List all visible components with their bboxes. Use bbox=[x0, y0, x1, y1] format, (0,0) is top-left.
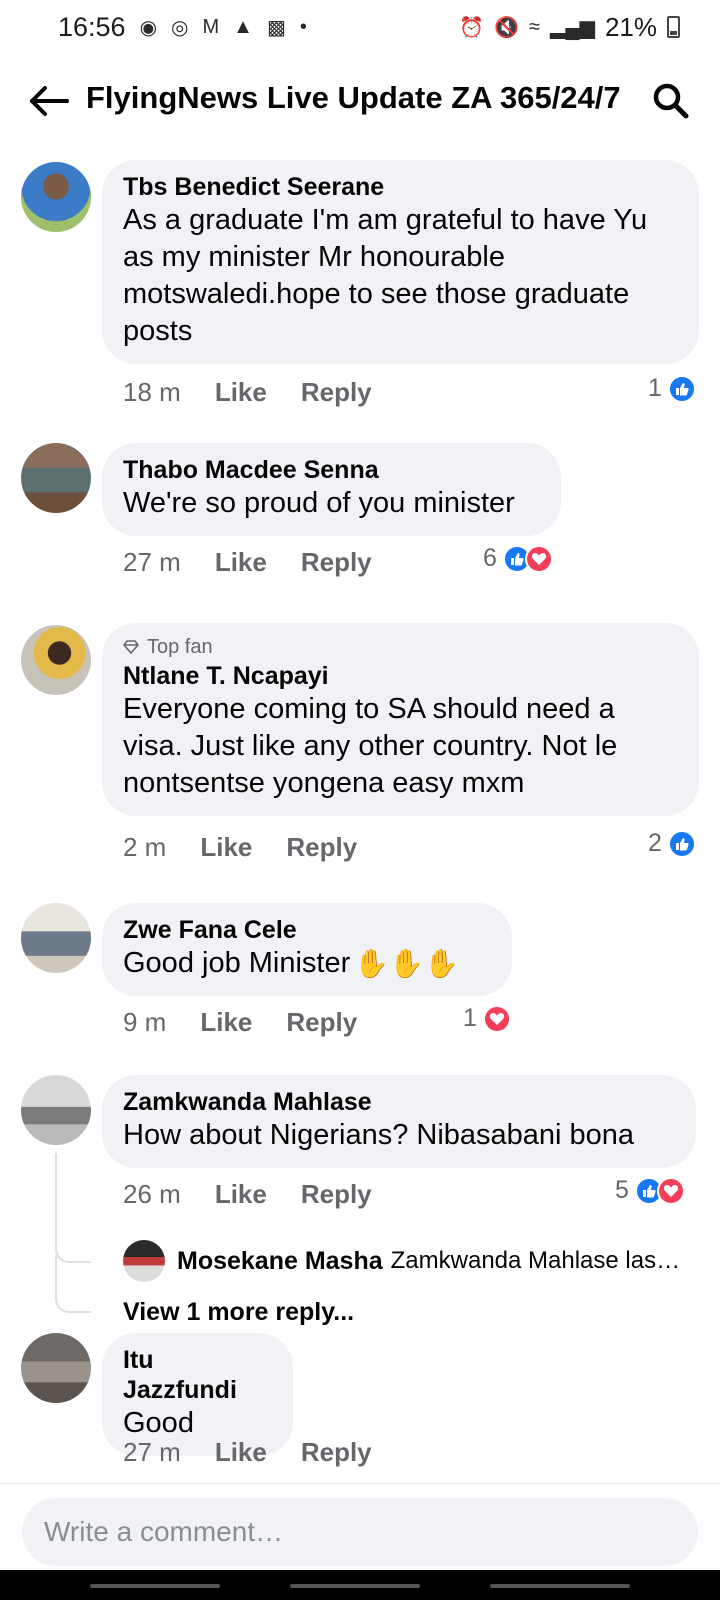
messenger-icon: ◎ bbox=[171, 16, 189, 39]
reply-button[interactable]: Reply bbox=[301, 1437, 372, 1468]
comment-input[interactable]: Write a comment… bbox=[22, 1498, 698, 1566]
top-fan-label: Top fan bbox=[147, 636, 213, 658]
download-icon: ▩ bbox=[266, 16, 286, 39]
status-time: 16:56 bbox=[58, 11, 126, 42]
comment-author[interactable]: Zwe Fana Cele bbox=[123, 915, 492, 945]
comment-time[interactable]: 27 m bbox=[123, 1437, 181, 1468]
notification-icon: ◉ bbox=[139, 16, 158, 39]
comment-actions: 27 m Like Reply bbox=[123, 1437, 372, 1468]
clapping-hands-emoji: ✋✋✋ bbox=[354, 948, 459, 979]
avatar[interactable] bbox=[21, 625, 91, 695]
like-button[interactable]: Like bbox=[215, 1437, 267, 1468]
alert-icon: ▲ bbox=[233, 15, 253, 38]
search-icon bbox=[653, 83, 689, 119]
diamond-icon bbox=[123, 640, 139, 654]
comment-bubble[interactable]: Top fan Ntlane T. Ncapayi Everyone comin… bbox=[102, 623, 699, 816]
comment-time[interactable]: 18 m bbox=[123, 377, 181, 408]
comment-bubble[interactable]: Zamkwanda Mahlase How about Nigerians? N… bbox=[102, 1075, 696, 1168]
comment-actions: 18 m Like Reply bbox=[123, 377, 372, 408]
comment-text: How about Nigerians? Nibasabani bona bbox=[123, 1119, 635, 1151]
like-button[interactable]: Like bbox=[200, 1007, 252, 1038]
reply-preview[interactable]: Mosekane Masha Zamkwanda Mahlase las… bbox=[123, 1240, 680, 1282]
reaction-summary[interactable]: 6 bbox=[483, 544, 553, 573]
back-button[interactable] bbox=[26, 78, 72, 124]
comment-composer-bar: Write a comment… bbox=[0, 1483, 720, 1569]
comment-time[interactable]: 2 m bbox=[123, 832, 166, 863]
comment-author[interactable]: Zamkwanda Mahlase bbox=[123, 1087, 676, 1117]
comment-actions: 9 m Like Reply bbox=[123, 1007, 357, 1038]
battery-percent: 21% bbox=[604, 11, 657, 42]
reply-avatar[interactable] bbox=[123, 1240, 165, 1282]
comment-author[interactable]: Ntlane T. Ncapayi bbox=[123, 661, 679, 691]
comment-bubble[interactable]: Zwe Fana Cele Good job Minister ✋✋✋ bbox=[102, 903, 512, 996]
comment-text: Good job Minister bbox=[123, 947, 351, 979]
comment-actions: 2 m Like Reply bbox=[123, 832, 357, 863]
mute-icon: 🔇 bbox=[494, 16, 520, 39]
reply-button[interactable]: Reply bbox=[286, 1007, 357, 1038]
love-reaction-icon bbox=[524, 544, 553, 573]
comment-author[interactable]: Tbs Benedict Seerane bbox=[123, 172, 679, 202]
comment-text: We're so proud of you minister bbox=[123, 487, 515, 519]
view-more-replies-link[interactable]: View 1 more reply... bbox=[123, 1298, 354, 1327]
status-bar: 16:56 ◉ ◎ M ▲ ▩ • ⏰ 🔇 ≈ ▂▄▆ 21% bbox=[0, 0, 720, 54]
reply-button[interactable]: Reply bbox=[286, 832, 357, 863]
nav-home-button[interactable] bbox=[290, 1584, 420, 1588]
comment-bubble[interactable]: Tbs Benedict Seerane As a graduate I'm a… bbox=[102, 160, 699, 364]
top-fan-badge: Top fan bbox=[123, 635, 679, 659]
avatar[interactable] bbox=[21, 162, 91, 232]
like-button[interactable]: Like bbox=[200, 832, 252, 863]
alarm-icon: ⏰ bbox=[459, 16, 485, 39]
love-reaction-icon bbox=[482, 1004, 511, 1033]
nav-recents-button[interactable] bbox=[90, 1584, 220, 1588]
reaction-count: 5 bbox=[615, 1176, 629, 1204]
like-button[interactable]: Like bbox=[215, 377, 267, 408]
reply-button[interactable]: Reply bbox=[301, 547, 372, 578]
love-reaction-icon bbox=[656, 1176, 685, 1205]
reaction-summary[interactable]: 1 bbox=[463, 1004, 511, 1033]
comment-bubble[interactable]: Thabo Macdee Senna We're so proud of you… bbox=[102, 443, 561, 536]
comment-text-line: Good job Minister ✋✋✋ bbox=[123, 945, 492, 982]
like-button[interactable]: Like bbox=[215, 547, 267, 578]
comment-author[interactable]: Thabo Macdee Senna bbox=[123, 455, 541, 485]
nav-back-button[interactable] bbox=[490, 1584, 630, 1588]
reply-button[interactable]: Reply bbox=[301, 377, 372, 408]
reaction-count: 1 bbox=[648, 374, 662, 402]
reaction-count: 2 bbox=[648, 829, 662, 857]
comment-time[interactable]: 9 m bbox=[123, 1007, 166, 1038]
avatar[interactable] bbox=[21, 1333, 91, 1403]
wifi-icon: ≈ bbox=[529, 15, 541, 38]
signal-icon: ▂▄▆ bbox=[550, 16, 595, 39]
app-header: FlyingNews Live Update ZA 365/24/7 bbox=[0, 60, 720, 140]
reply-button[interactable]: Reply bbox=[301, 1179, 372, 1210]
avatar[interactable] bbox=[21, 1075, 91, 1145]
like-reaction-icon bbox=[667, 829, 696, 858]
like-reaction-icon bbox=[667, 374, 696, 403]
more-notifications-icon: • bbox=[299, 15, 307, 38]
reaction-summary[interactable]: 1 bbox=[648, 374, 696, 403]
thread-connector bbox=[55, 1153, 91, 1263]
avatar[interactable] bbox=[21, 443, 91, 513]
comment-time[interactable]: 26 m bbox=[123, 1179, 181, 1210]
comment-actions: 26 m Like Reply bbox=[123, 1179, 372, 1210]
reaction-count: 1 bbox=[463, 1004, 477, 1032]
reaction-summary[interactable]: 5 bbox=[615, 1176, 685, 1205]
battery-icon bbox=[667, 16, 680, 38]
comment-time[interactable]: 27 m bbox=[123, 547, 181, 578]
reaction-summary[interactable]: 2 bbox=[648, 829, 696, 858]
gmail-icon: M bbox=[202, 15, 220, 38]
avatar[interactable] bbox=[21, 903, 91, 973]
reply-author[interactable]: Mosekane Masha bbox=[177, 1247, 383, 1276]
thread-connector bbox=[55, 1255, 91, 1313]
search-button[interactable] bbox=[648, 78, 694, 124]
comment-actions: 27 m Like Reply bbox=[123, 547, 372, 578]
back-arrow-icon bbox=[30, 86, 69, 116]
comment-author[interactable]: Itu Jazzfundi bbox=[123, 1345, 273, 1405]
system-navigation-bar bbox=[0, 1570, 720, 1600]
comment-text: As a graduate I'm am grateful to have Yu… bbox=[123, 204, 648, 347]
reply-text: Zamkwanda Mahlase las… bbox=[390, 1247, 681, 1274]
comment-text: Everyone coming to SA should need a visa… bbox=[123, 693, 618, 799]
reaction-count: 6 bbox=[483, 544, 497, 572]
like-button[interactable]: Like bbox=[215, 1179, 267, 1210]
page-title: FlyingNews Live Update ZA 365/24/7 bbox=[86, 80, 621, 115]
